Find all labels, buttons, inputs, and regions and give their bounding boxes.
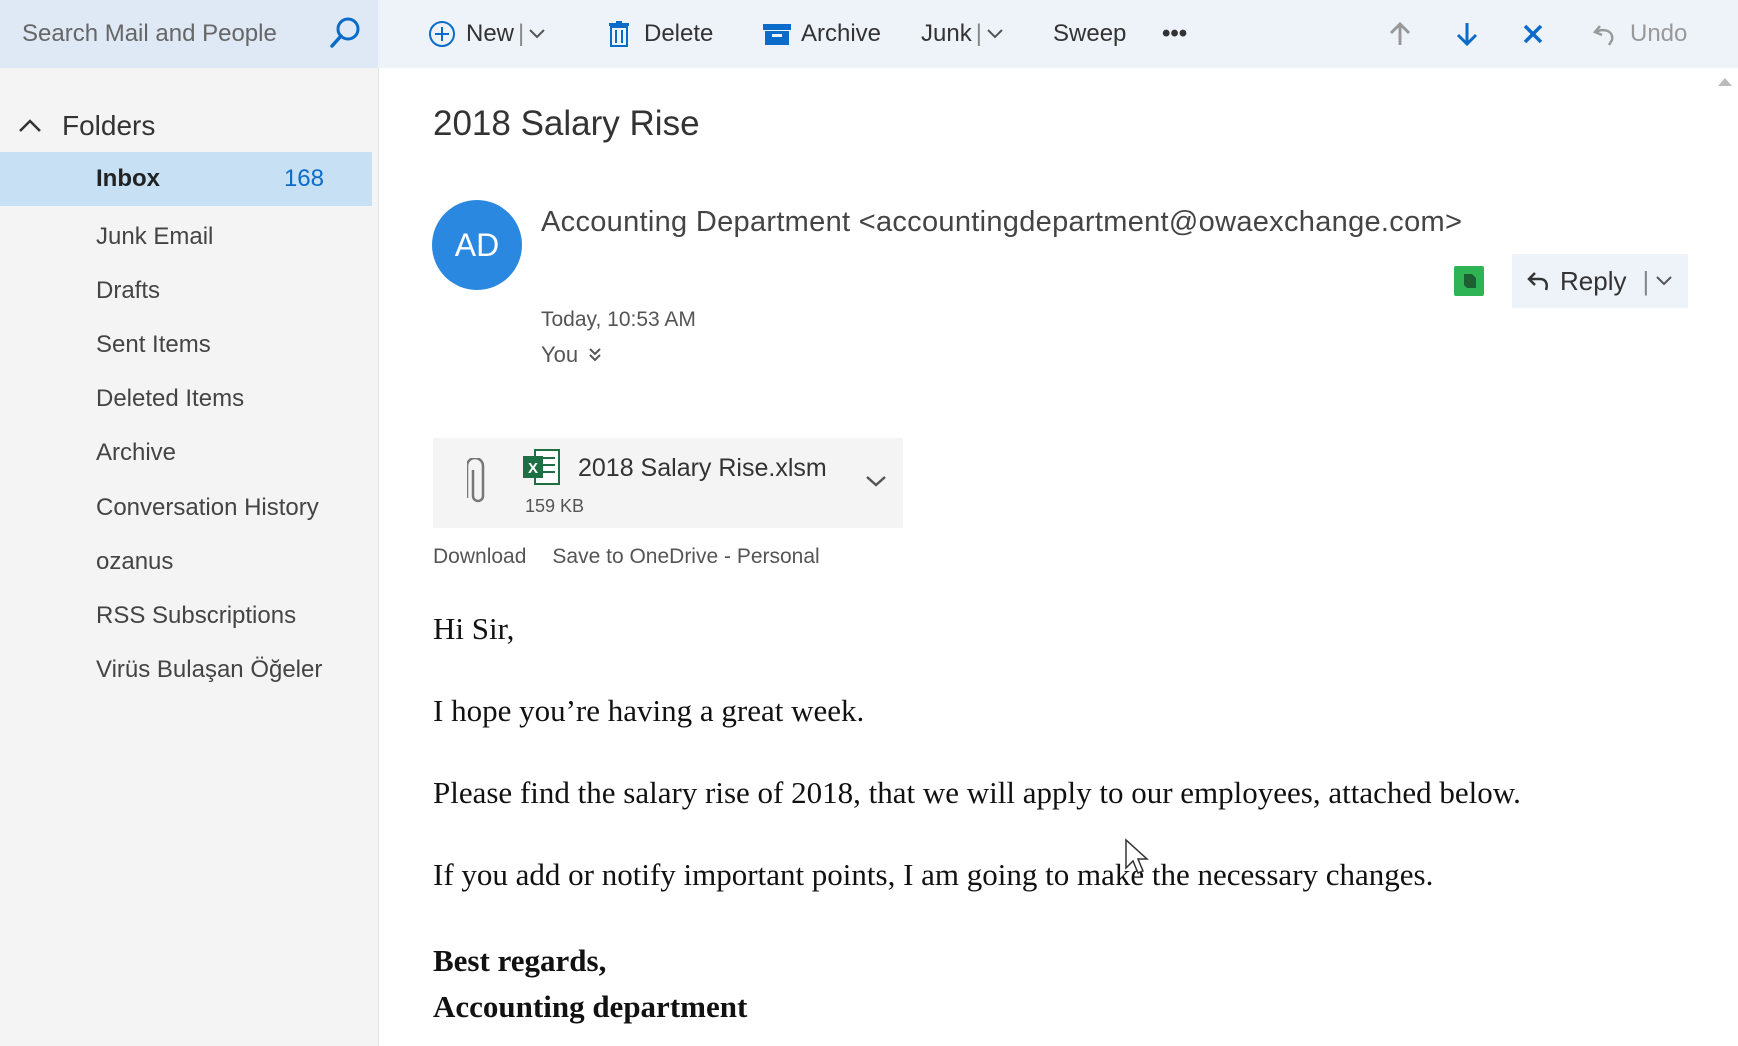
undo-icon (1592, 25, 1614, 46)
new-label: New (466, 20, 515, 47)
reply-arrow-icon (1527, 272, 1548, 291)
attachment-name[interactable]: 2018 Salary Rise.xlsm (578, 454, 827, 483)
folder-label: ozanus (96, 548, 174, 575)
avatar[interactable]: AD (432, 200, 522, 290)
evernote-icon[interactable] (1454, 266, 1484, 296)
sweep-button[interactable]: Sweep (1053, 0, 1126, 68)
scroll-up-arrow[interactable] (1718, 78, 1732, 86)
reply-label: Reply (1560, 265, 1627, 296)
command-toolbar: New | Delete Archive Junk | Sweep ••• Un… (378, 0, 1738, 68)
folder-label: Virüs Bulaşan Öğeler (96, 656, 323, 683)
folder-label: Archive (96, 439, 177, 466)
folder-label: Sent Items (96, 331, 211, 358)
separator: | (518, 20, 525, 47)
archive-button[interactable]: Archive (763, 0, 881, 68)
undo-button[interactable]: Undo (1592, 0, 1687, 68)
archive-label: Archive (801, 20, 882, 47)
previous-item-button[interactable] (1388, 0, 1412, 68)
download-link[interactable]: Download (433, 545, 526, 569)
svg-text:X: X (528, 460, 538, 477)
chevron-down-icon[interactable] (528, 27, 546, 41)
junk-button[interactable]: Junk | (921, 0, 1004, 68)
attachment-actions: Download Save to OneDrive - Personal (433, 545, 846, 569)
more-icon: ••• (1162, 20, 1188, 47)
folder-label: Deleted Items (96, 385, 245, 412)
excel-file-icon: X (523, 449, 560, 485)
folder-label: Drafts (96, 277, 161, 304)
chevron-down-icon[interactable] (865, 474, 887, 488)
recipient-name: You (541, 342, 579, 367)
recipient-line[interactable]: You (541, 342, 602, 368)
separator: | (975, 20, 982, 47)
message-subject: 2018 Salary Rise (433, 104, 700, 143)
sidebar-item-archive[interactable]: Archive (0, 426, 372, 480)
plus-circle-icon (429, 21, 455, 47)
sidebar-item-inbox[interactable]: Inbox 168 (0, 152, 372, 206)
delete-label: Delete (644, 20, 714, 47)
arrow-down-icon (1456, 23, 1478, 47)
attachment-size: 159 KB (525, 496, 585, 516)
close-button[interactable] (1522, 0, 1544, 68)
chevron-up-icon[interactable] (18, 118, 42, 134)
arrow-up-icon (1389, 21, 1411, 45)
undo-label: Undo (1630, 20, 1688, 47)
attachment-card[interactable]: X 2018 Salary Rise.xlsm 159 KB (433, 438, 903, 528)
save-to-onedrive-link[interactable]: Save to OneDrive - Personal (552, 545, 819, 569)
search-input[interactable] (20, 19, 314, 49)
new-button[interactable]: New | (428, 0, 546, 68)
sidebar-item-deleted-items[interactable]: Deleted Items (0, 372, 372, 426)
sender-name[interactable]: Accounting Department <accountingdepartm… (541, 206, 1462, 239)
folder-label: Inbox (96, 165, 160, 192)
body-paragraph: Please find the salary rise of 2018, tha… (433, 775, 1521, 810)
body-signoff: Best regards, (433, 943, 607, 978)
message-timestamp: Today, 10:53 AM (541, 308, 696, 331)
search-icon[interactable] (326, 14, 364, 52)
folders-label: Folders (62, 110, 156, 141)
sidebar-item-ozanus[interactable]: ozanus (0, 535, 372, 589)
close-icon (1523, 24, 1543, 44)
reply-button[interactable]: Reply | (1512, 254, 1688, 308)
folder-label: Junk Email (96, 223, 214, 250)
paperclip-icon (467, 458, 485, 503)
delete-button[interactable]: Delete (608, 0, 713, 68)
sidebar-item-drafts[interactable]: Drafts (0, 264, 372, 318)
trash-icon (609, 21, 629, 47)
sidebar-item-junk-email[interactable]: Junk Email (0, 210, 372, 264)
junk-label: Junk (921, 20, 972, 47)
body-greeting: Hi Sir, (433, 611, 515, 646)
sidebar-item-conversation-history[interactable]: Conversation History (0, 481, 372, 535)
chevron-down-icon[interactable] (986, 27, 1004, 41)
archive-icon (763, 24, 791, 45)
double-chevron-down-icon[interactable] (588, 347, 602, 363)
body-paragraph: If you add or notify important points, I… (433, 857, 1434, 892)
search-box[interactable] (0, 0, 378, 68)
sidebar-item-rss-subscriptions[interactable]: RSS Subscriptions (0, 589, 372, 643)
folder-label: Conversation History (96, 494, 319, 521)
body-signature: Accounting department (433, 989, 748, 1024)
next-item-button[interactable] (1455, 0, 1479, 68)
sweep-label: Sweep (1053, 20, 1127, 47)
unread-count: 168 (283, 165, 324, 192)
mouse-cursor-icon (1125, 838, 1149, 874)
more-actions-button[interactable]: ••• (1162, 0, 1187, 68)
folders-header[interactable]: Folders (18, 110, 155, 142)
separator: | (1642, 265, 1650, 296)
message-body: Hi Sir, I hope you’re having a great wee… (433, 610, 1693, 1030)
body-paragraph: I hope you’re having a great week. (433, 693, 865, 728)
chevron-down-icon[interactable] (1655, 274, 1673, 288)
sidebar-item-sent-items[interactable]: Sent Items (0, 318, 372, 372)
folder-label: RSS Subscriptions (96, 602, 297, 629)
sidebar-item-infected-items[interactable]: Virüs Bulaşan Öğeler (0, 643, 372, 697)
